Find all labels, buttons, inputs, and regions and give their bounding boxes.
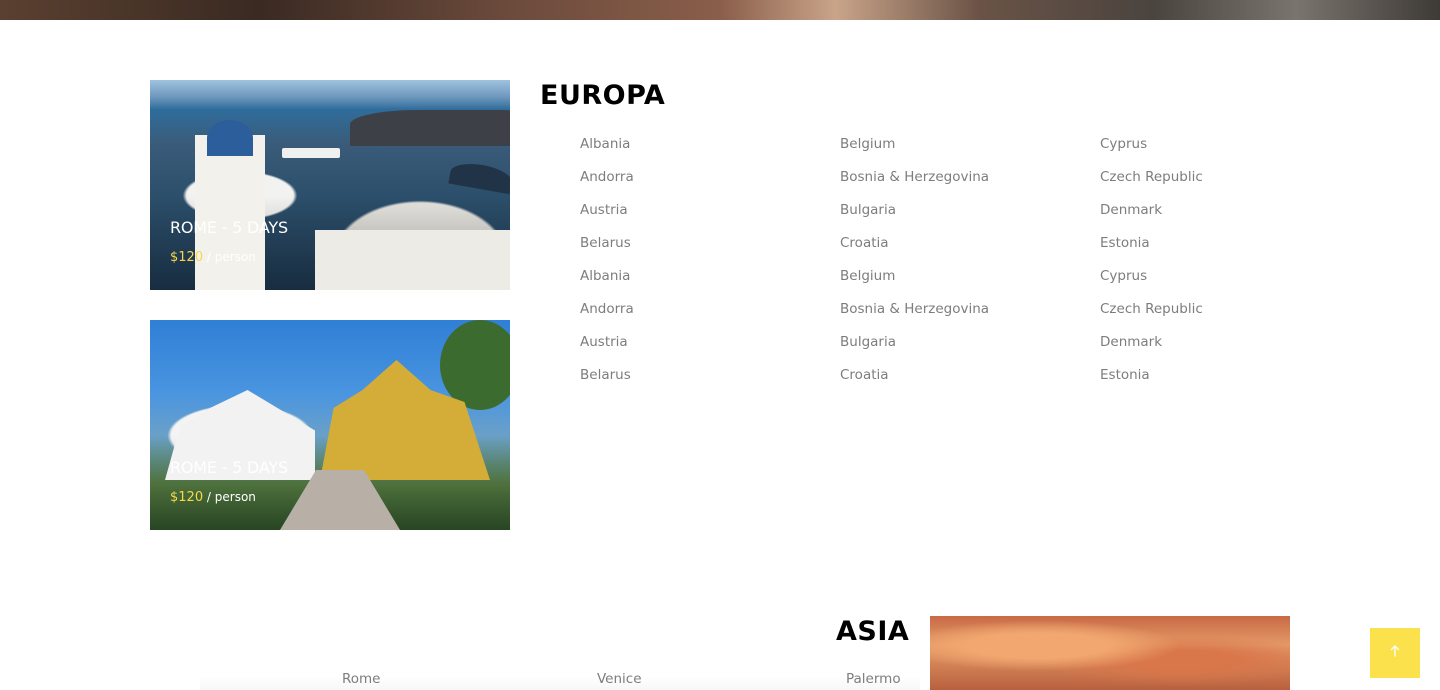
country-link[interactable]: Belgium [840,267,989,300]
blue-dome-shape [207,120,253,156]
bell-tower-shape [195,135,265,290]
country-link[interactable]: Cyprus [1100,267,1203,300]
ship-shape [282,148,340,158]
terrace-shape [315,230,510,290]
country-link[interactable]: Estonia [1100,234,1203,267]
tour-card-temple[interactable]: ROME - 5 DAYS $120 / person [150,320,510,530]
city-link[interactable]: Palermo [846,671,901,687]
cliff-shape [350,110,510,146]
country-column-3: Cyprus Czech Republic Denmark Estonia Cy… [1100,135,1203,399]
country-link[interactable]: Czech Republic [1100,168,1203,201]
country-link[interactable]: Bulgaria [840,333,989,366]
country-column-2: Belgium Bosnia & Herzegovina Bulgaria Cr… [840,135,989,399]
country-link[interactable]: Austria [580,201,634,234]
europa-heading: EUROPA [540,80,666,111]
price-amount: $120 [170,250,204,265]
city-link[interactable]: Rome [342,671,381,687]
country-column-1: Albania Andorra Austria Belarus Albania … [580,135,634,399]
country-link[interactable]: Bosnia & Herzegovina [840,168,989,201]
country-link[interactable]: Albania [580,135,634,168]
price-amount: $120 [170,490,204,505]
tour-card-price: $120 / person [170,250,256,265]
country-link[interactable]: Cyprus [1100,135,1203,168]
arrow-up-icon [1388,644,1402,663]
country-link[interactable]: Denmark [1100,333,1203,366]
city-link[interactable]: Venice [597,671,642,687]
tour-card-santorini[interactable]: ROME - 5 DAYS $120 / person [150,80,510,290]
country-link[interactable]: Andorra [580,168,634,201]
country-link[interactable]: Czech Republic [1100,300,1203,333]
price-unit: / person [206,250,256,264]
country-link[interactable]: Bulgaria [840,201,989,234]
tour-card-title[interactable]: ROME - 5 DAYS [170,458,288,477]
tour-card-title[interactable]: ROME - 5 DAYS [170,218,288,237]
tree-shape [440,320,510,410]
country-link[interactable]: Austria [580,333,634,366]
country-link[interactable]: Belarus [580,366,634,399]
tour-card-price: $120 / person [170,490,256,505]
country-link[interactable]: Denmark [1100,201,1203,234]
country-link[interactable]: Andorra [580,300,634,333]
country-link[interactable]: Belarus [580,234,634,267]
umbrella-shape [448,159,510,195]
country-link[interactable]: Croatia [840,366,989,399]
country-link[interactable]: Belgium [840,135,989,168]
country-link[interactable]: Estonia [1100,366,1203,399]
section-shadow [200,676,920,690]
country-link[interactable]: Bosnia & Herzegovina [840,300,989,333]
asia-heading: ASIA [836,616,910,647]
back-to-top-button[interactable] [1370,628,1420,678]
country-link[interactable]: Albania [580,267,634,300]
price-unit: / person [206,490,256,504]
tour-card-sunset[interactable] [930,616,1290,690]
hero-image-strip [0,0,1440,20]
country-link[interactable]: Croatia [840,234,989,267]
